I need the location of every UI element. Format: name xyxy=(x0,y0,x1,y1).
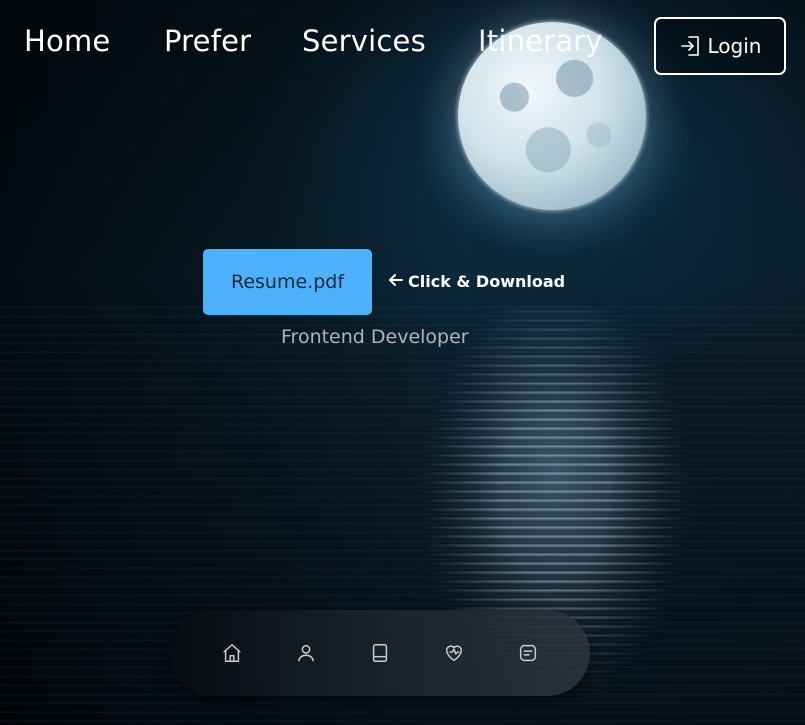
dock-about-button[interactable] xyxy=(293,640,319,666)
nav-itinerary-link[interactable]: Itinerary xyxy=(478,24,603,58)
nav-services-link[interactable]: Services xyxy=(302,24,426,58)
home-icon xyxy=(221,642,243,664)
user-icon xyxy=(295,642,317,664)
login-label: Login xyxy=(707,34,762,58)
dock-favorite-button[interactable] xyxy=(441,640,467,666)
download-hint-text: Click & Download xyxy=(408,272,566,291)
nav-home-link[interactable]: Home xyxy=(24,24,110,58)
heart-icon xyxy=(443,642,465,664)
top-nav: Home Prefer Services Itinerary Login xyxy=(0,0,805,90)
resume-download-button[interactable]: Resume.pdf xyxy=(203,249,372,315)
arrow-left-icon xyxy=(388,272,403,291)
nav-prefer-link[interactable]: Prefer xyxy=(164,24,251,58)
page: Home Prefer Services Itinerary Login Res… xyxy=(0,0,805,725)
dock-home-button[interactable] xyxy=(219,640,245,666)
login-button[interactable]: Login xyxy=(654,17,786,75)
message-icon xyxy=(517,642,539,664)
dock-book-button[interactable] xyxy=(367,640,393,666)
book-icon xyxy=(369,642,391,664)
login-icon xyxy=(679,34,703,58)
bottom-dock xyxy=(170,610,590,696)
download-hint: Click & Download xyxy=(388,272,565,291)
job-title: Frontend Developer xyxy=(281,326,469,348)
dock-contact-button[interactable] xyxy=(515,640,541,666)
